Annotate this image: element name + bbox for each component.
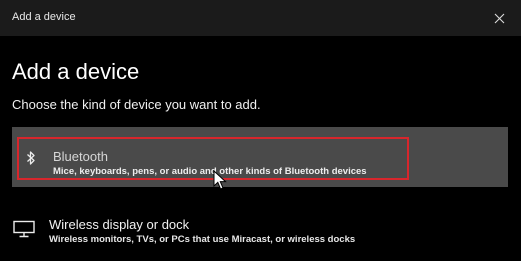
wireless-display-option[interactable]: Wireless display or dock Wireless monito… <box>12 207 508 253</box>
page-title: Add a device <box>12 59 140 84</box>
close-icon <box>494 13 504 23</box>
bluetooth-option[interactable]: Bluetooth Mice, keyboards, pens, or audi… <box>12 127 508 187</box>
wireless-display-option-description: Wireless monitors, TVs, or PCs that use … <box>49 234 356 245</box>
window-title: Add a device <box>12 11 76 23</box>
bluetooth-icon <box>27 151 35 165</box>
add-device-window: Add a device Add a device Choose the kin… <box>0 0 521 261</box>
wireless-display-option-title: Wireless display or dock <box>49 217 190 232</box>
close-button[interactable] <box>477 0 521 36</box>
monitor-icon <box>13 220 35 238</box>
title-bar: Add a device <box>0 0 521 36</box>
page-subtitle: Choose the kind of device you want to ad… <box>12 97 261 112</box>
bluetooth-option-description: Mice, keyboards, pens, or audio and othe… <box>53 166 367 177</box>
bluetooth-option-title: Bluetooth <box>53 149 108 164</box>
